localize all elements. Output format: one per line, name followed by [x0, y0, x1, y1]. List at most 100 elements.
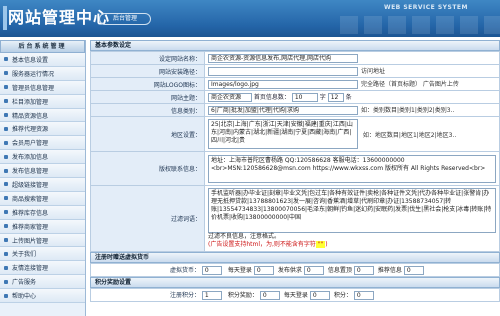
sidebar-item[interactable]: 友情连接管理: [0, 261, 85, 276]
bullet-icon: [4, 168, 8, 173]
rewards_items-item-input[interactable]: 0: [259, 291, 280, 300]
row-points: 虚拟货币： 0 每天登录 0 发布供求 0 信息置顶 0 推荐信息 0: [90, 263, 500, 277]
sidebar-item[interactable]: 发布信息管理: [0, 164, 85, 179]
sidebar-item[interactable]: 服务器运行情况: [0, 66, 85, 81]
category-input[interactable]: 6|厂商|批发|加盟|代理|代购|求购: [208, 106, 358, 115]
points-input[interactable]: 0: [201, 266, 222, 275]
rewards_items-item-label: 每天登录: [283, 292, 308, 299]
sidebar-item[interactable]: 商品搜索管理: [0, 191, 85, 206]
sidebar-item[interactable]: 推荐库存信息: [0, 205, 85, 220]
bullet-icon: [4, 224, 8, 229]
logo-hint: 完全路径（首页标题） 广告图片上传: [361, 81, 459, 88]
rewards-items: 积分奖励： 0 每天登录 0 积分： 0: [224, 291, 374, 300]
points_items-item-label: 推荐信息: [377, 267, 402, 274]
bullet-icon: [4, 140, 8, 145]
service-label: WEB SERVICE SYSTEM: [383, 4, 468, 11]
site-name-input[interactable]: 商企农资源-资源信息发布,网店代理,网店代购: [208, 53, 358, 63]
sidebar-item-label: 管理员信息管理: [12, 84, 55, 92]
sidebar: 后台系统管理 基本信息设置 服务器运行情况 管理员信息管理 栏目添加管理 精品资源信息推…: [0, 40, 86, 316]
points_items-item-input[interactable]: 0: [303, 266, 324, 275]
logo-mark-icon: [3, 6, 7, 30]
sidebar-item[interactable]: 基本信息设置: [0, 53, 85, 67]
contact-label: 版权联系信息：: [90, 151, 205, 186]
row-category: 信息类别： 6|厂商|批发|加盟|代理|代购|求购 如：类别数目|类别1|类别2|…: [90, 103, 500, 117]
sidebar-item[interactable]: 会员用户管理: [0, 136, 85, 151]
first-rows-unit: 字: [319, 94, 326, 101]
filter-note-pre: (广告设置支持html，为,则不能含有字符: [208, 241, 316, 248]
row-rewards: 注册积分： 1 积分奖励： 0 每天登录 0 积分： 0: [90, 288, 500, 302]
points_items-item-input[interactable]: 0: [353, 266, 374, 275]
sidebar-item-label: 服务器运行情况: [12, 70, 55, 78]
sidebar-item[interactable]: 管理员信息管理: [0, 80, 85, 95]
bullet-icon: [4, 293, 8, 298]
rewards-label: 注册积分：: [169, 292, 200, 299]
sidebar-item-label: 上传图片管理: [12, 237, 49, 245]
logo-input[interactable]: Images/logo.jpg: [208, 80, 358, 89]
first-rows-label: 首页信息数：: [253, 94, 290, 101]
sidebar-item[interactable]: 广告服务: [0, 275, 85, 290]
row-site-name: 设定网站名称： 商企农资源-资源信息发布,网店代理,网店代购: [90, 51, 500, 65]
bullet-icon: [4, 265, 8, 270]
main-content: 基本参数设定 设定网站名称： 商企农资源-资源信息发布,网店代理,网店代购 网站…: [90, 40, 500, 316]
sidebar-item[interactable]: 推荐代理资源: [0, 122, 85, 137]
sidebar-item-label: 栏目添加管理: [12, 98, 49, 106]
sidebar-item-label: 商品搜索管理: [12, 195, 49, 203]
filter-hint: 过滤不良信息，注意格式。: [208, 233, 281, 240]
sidebar-item-label: 推荐代理资源: [12, 126, 49, 134]
sidebar-item-label: 帮助中心: [12, 293, 37, 301]
bullet-icon: [4, 279, 8, 284]
points_items-item-input[interactable]: 0: [253, 266, 274, 275]
site-name-label: 设定网站名称：: [90, 51, 205, 65]
site-url-hint: 访问地址: [361, 68, 386, 75]
bullet-icon: [4, 154, 8, 159]
sidebar-item[interactable]: 发布添加信息: [0, 150, 85, 165]
theme-input[interactable]: 商企农资源: [208, 93, 252, 102]
points_items-item-input[interactable]: 0: [403, 266, 424, 275]
site-url-input[interactable]: [208, 67, 358, 76]
filter-textarea[interactable]: 手机监听器|办毕业证|刻章|毕业文凭|包过车|各种有效证件|卖枪|各种证件文凭|…: [208, 188, 496, 233]
bullet-icon: [4, 182, 8, 187]
bullet-icon: [4, 126, 8, 131]
sidebar-item[interactable]: 栏目添加管理: [0, 94, 85, 109]
bullet-icon: [4, 251, 8, 256]
bullet-icon: [4, 71, 8, 76]
app-subtitle: 后台管理: [99, 13, 151, 25]
sidebar-item-label: 推荐商家管理: [12, 223, 49, 231]
sidebar-item[interactable]: 推荐商家管理: [0, 219, 85, 234]
first-rows-input[interactable]: 10: [291, 93, 318, 102]
points_items-item-label: 信息置顶: [327, 267, 352, 274]
logo-label: 网站LOGO图标：: [90, 77, 205, 91]
rewards-input[interactable]: 1: [201, 291, 222, 300]
sidebar-item[interactable]: 关于我们: [0, 247, 85, 262]
sidebar-item-label: 关于我们: [12, 251, 37, 259]
category-label: 信息类别：: [90, 103, 205, 117]
rewards_items-item-input[interactable]: 0: [353, 291, 374, 300]
sidebar-item-label: 发布信息管理: [12, 168, 49, 176]
row-site-url: 网站安装路径： 访问地址: [90, 64, 500, 78]
sidebar-title: 后台系统管理: [0, 40, 85, 53]
app-title: 网站管理中心: [8, 8, 111, 27]
section-header-rewards: 积分奖励设置: [90, 277, 500, 288]
row-logo: 网站LOGO图标： Images/logo.jpg 完全路径（首页标题） 广告图片…: [90, 77, 500, 91]
theme-label: 网站主题：: [90, 90, 205, 104]
sidebar-item-label: 发布添加信息: [12, 154, 49, 162]
first-rows-input-2[interactable]: 12: [327, 93, 344, 102]
sidebar-item[interactable]: 超级链接管理: [0, 178, 85, 192]
sidebar-item[interactable]: 帮助中心: [0, 289, 85, 304]
bullet-icon: [4, 57, 8, 62]
bullet-icon: [4, 99, 8, 104]
sidebar-item-label: 超级链接管理: [12, 181, 49, 189]
filter-note: (广告设置支持html，为,则不能含有字符 "" ): [208, 241, 496, 249]
rewards_items-item-input[interactable]: 0: [309, 291, 330, 300]
contact-textarea[interactable]: 地址：上海市普陀区曹杨路 QQ:120586628 客服电话：136000000…: [208, 154, 496, 183]
region-textarea[interactable]: 25|北京|上海|广东|浙江|天津|安徽|福建|重庆|江西|山东|河南|内蒙古|…: [208, 119, 358, 149]
row-region: 地区设置： 25|北京|上海|广东|浙江|天津|安徽|福建|重庆|江西|山东|河…: [90, 116, 500, 152]
filter-note-highlight: "": [315, 241, 326, 248]
points_items-item-label: 每天登录: [227, 267, 252, 274]
points-label: 虚拟货币：: [169, 267, 200, 274]
sidebar-item[interactable]: 上传图片管理: [0, 233, 85, 248]
row-theme: 网站主题： 商企农资源 首页信息数： 10 字 12 条: [90, 90, 500, 104]
sidebar-item[interactable]: 精品资源信息: [0, 108, 85, 123]
first-rows-unit-2: 条: [345, 94, 352, 101]
header: 网站管理中心 后台管理 WEB SERVICE SYSTEM: [0, 0, 500, 37]
